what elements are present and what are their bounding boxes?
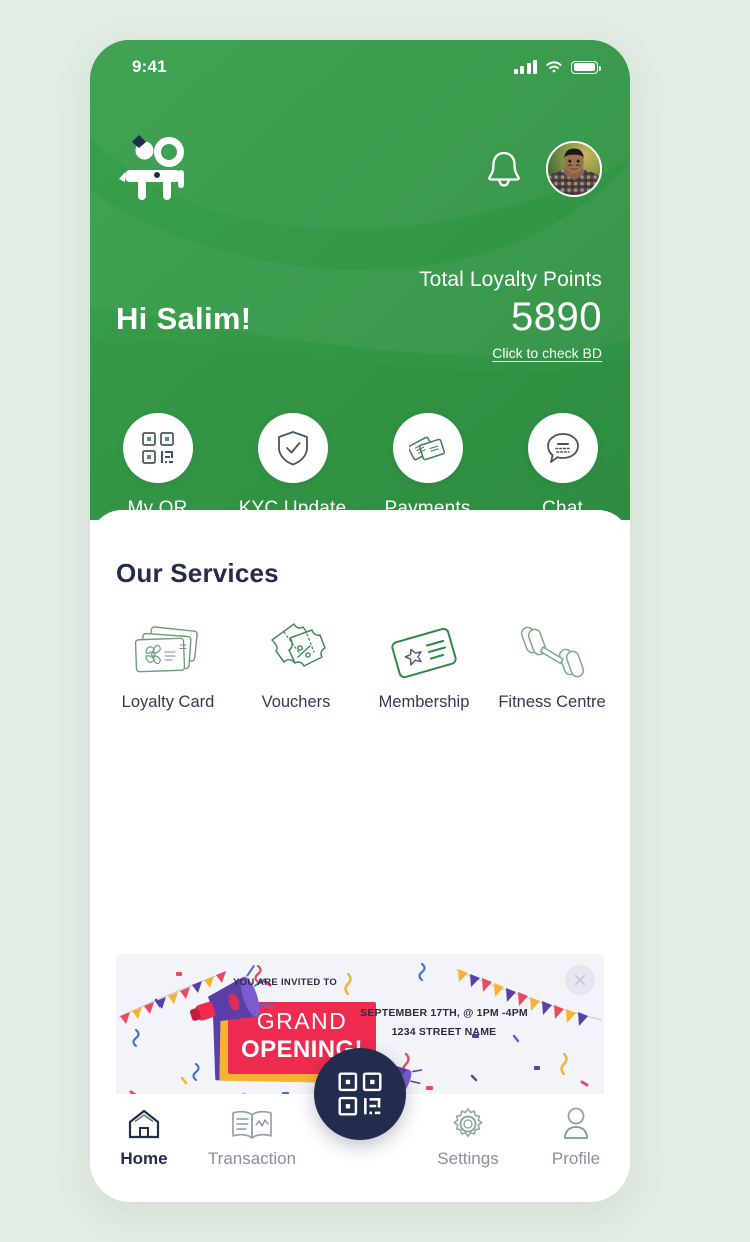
service-icon-wrap — [260, 620, 332, 684]
dumbbell-icon — [520, 626, 585, 678]
nav-label: Settings — [437, 1149, 499, 1168]
qr-scan-icon — [338, 1072, 382, 1116]
banner-headline-1: GRAND — [257, 1008, 348, 1034]
service-label: Vouchers — [261, 693, 331, 711]
status-time: 9:41 — [132, 57, 167, 76]
header-top-bar — [90, 134, 630, 204]
quick-action-payments[interactable]: Payments — [360, 413, 495, 520]
membership-card-star-icon — [391, 627, 457, 679]
quick-action-icon-wrap — [392, 413, 463, 483]
service-item-membership[interactable]: Membership — [360, 620, 488, 712]
app-header: 9:41 Hi Salim! Total Loyalty Points 5890… — [90, 40, 630, 520]
banner-invite-text: YOU ARE INVITED TO — [233, 977, 337, 988]
quick-action-icon-wrap — [122, 413, 193, 483]
nav-item-home[interactable]: Home — [90, 1106, 198, 1169]
battery-full-icon — [571, 60, 601, 74]
service-icon-wrap — [516, 620, 588, 684]
chat-bubble-icon — [546, 433, 579, 463]
loyalty-points-value: 5890 — [511, 295, 602, 339]
quick-action-chat[interactable]: Chat — [495, 413, 630, 520]
nav-icon-wrap — [230, 1106, 274, 1142]
loyalty-points-label: Total Loyalty Points — [419, 268, 602, 291]
home-icon — [128, 1109, 160, 1139]
person-icon — [564, 1107, 588, 1139]
avatar[interactable] — [546, 141, 602, 197]
service-label: Fitness Centre — [498, 693, 606, 711]
close-icon — [574, 974, 586, 986]
wifi-icon — [546, 61, 562, 73]
nav-icon-wrap — [561, 1106, 591, 1142]
status-bar: 9:41 — [90, 40, 630, 94]
content-sheet: Our Services Loyalty Card Vouchers Membe… — [90, 510, 630, 1202]
banner-address-text: 1234 STREET NAME — [392, 1026, 497, 1038]
signal-bars-icon — [513, 60, 537, 74]
discount-tickets-icon — [271, 623, 326, 667]
quick-action-icon-wrap — [257, 413, 328, 483]
quick-action-kyc-update[interactable]: KYC Update — [225, 413, 360, 520]
nav-item-transaction[interactable]: Transaction — [198, 1106, 306, 1169]
phone-frame: 9:41 Hi Salim! Total Loyalty Points 5890… — [90, 40, 630, 1202]
gift-cards-icon — [134, 626, 198, 673]
check-bd-link[interactable]: Click to check BD — [492, 345, 602, 361]
brand-logo-icon[interactable] — [118, 134, 196, 204]
qr-code-icon — [141, 432, 174, 464]
service-icon-wrap — [130, 620, 206, 684]
service-icon-wrap — [385, 620, 463, 684]
cards-icon — [408, 436, 445, 461]
quick-actions-row: My QR KYC Update Payments Chat — [90, 413, 630, 520]
service-item-fitness-centre[interactable]: Fitness Centre — [488, 620, 616, 712]
services-grid: Loyalty Card Vouchers Membership Fitness… — [104, 620, 616, 712]
nav-label: Transaction — [207, 1149, 297, 1168]
banner-date-text: SEPTEMBER 17TH, @ 1PM -4PM — [360, 1007, 528, 1019]
section-title-our-services: Our Services — [116, 558, 279, 588]
greeting-text: Hi Salim! — [116, 301, 252, 336]
nav-item-settings[interactable]: Settings — [414, 1106, 522, 1169]
nav-icon-wrap — [451, 1106, 485, 1142]
quick-action-icon-wrap — [527, 413, 598, 483]
service-item-vouchers[interactable]: Vouchers — [232, 620, 360, 712]
banner-close-button[interactable] — [565, 965, 595, 995]
loyalty-points-block: Total Loyalty Points 5890 Click to check… — [419, 268, 602, 363]
status-icons — [513, 60, 601, 74]
nav-icon-wrap — [127, 1106, 161, 1142]
service-label: Loyalty Card — [121, 693, 215, 711]
nav-label: Home — [120, 1149, 168, 1168]
header-actions — [486, 141, 602, 197]
avatar-portrait — [548, 148, 600, 195]
open-book-icon — [232, 1110, 272, 1139]
quick-action-my-qr[interactable]: My QR — [90, 413, 225, 520]
service-label: Membership — [378, 693, 470, 711]
qr-scan-fab[interactable] — [314, 1048, 406, 1140]
shield-check-icon — [277, 431, 308, 466]
gear-icon — [453, 1107, 483, 1138]
service-item-loyalty-card[interactable]: Loyalty Card — [104, 620, 232, 712]
bell-icon[interactable] — [486, 149, 522, 189]
nav-item-profile[interactable]: Profile — [522, 1106, 630, 1169]
nav-label: Profile — [551, 1149, 601, 1168]
